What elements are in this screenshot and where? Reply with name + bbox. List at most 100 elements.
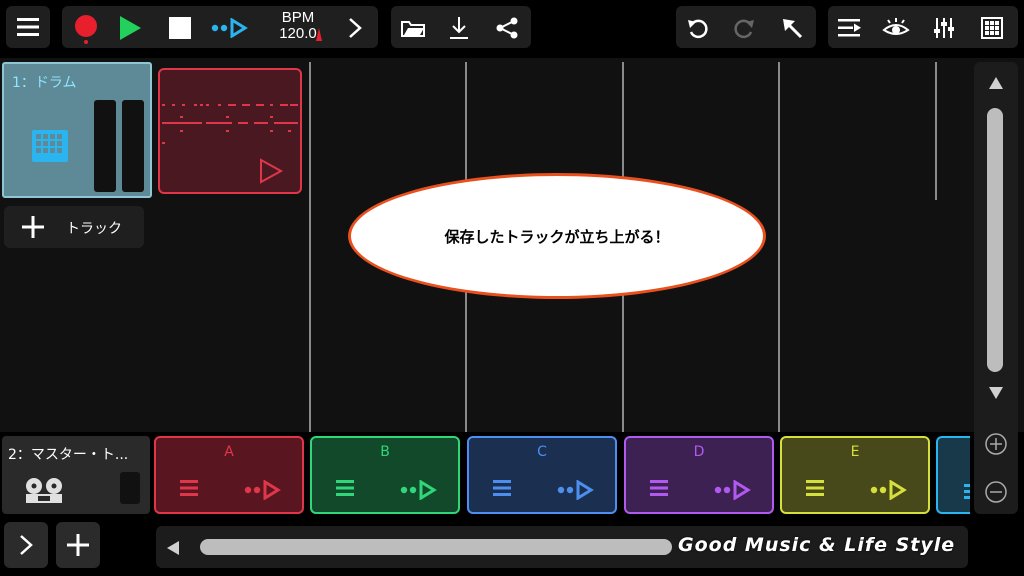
edit-group xyxy=(676,6,816,48)
export-button[interactable] xyxy=(439,10,479,46)
scene-controls xyxy=(626,480,772,500)
scene-label: C xyxy=(537,444,547,460)
scene-controls xyxy=(469,480,615,500)
scroll-down-icon[interactable] xyxy=(988,386,1004,400)
watermark: Good Music & Life Style xyxy=(678,534,956,556)
track-list-icon xyxy=(838,19,861,37)
add-track-label: トラック xyxy=(66,221,122,237)
scene-label: E xyxy=(850,444,860,460)
track-name: 2：マスター・ト... xyxy=(8,447,129,463)
scene-label: B xyxy=(380,444,390,460)
undo-icon xyxy=(688,19,708,39)
scene-slot-c[interactable]: C xyxy=(467,436,617,514)
list-icon[interactable] xyxy=(650,480,668,496)
grid-divider xyxy=(778,62,780,432)
scroll-left-icon[interactable] xyxy=(166,540,180,556)
record-button[interactable] xyxy=(68,10,104,46)
play-clip-icon xyxy=(260,158,284,184)
list-icon[interactable] xyxy=(806,480,824,496)
scene-slot-b[interactable]: B xyxy=(310,436,460,514)
mixer-button[interactable] xyxy=(924,10,964,46)
add-track-button[interactable]: トラック xyxy=(4,206,144,248)
bottom-bar: Good Music & Life Style xyxy=(0,516,1024,576)
metronome-icon xyxy=(316,28,322,41)
scene-label: A xyxy=(224,444,234,460)
list-icon xyxy=(964,484,970,499)
track-name: 1：ドラム xyxy=(12,75,77,91)
redo-button[interactable] xyxy=(724,10,764,46)
step-sequence-button[interactable] xyxy=(208,10,252,46)
scene-slot-a[interactable]: A xyxy=(154,436,304,514)
track-header-drums[interactable]: 1：ドラム xyxy=(2,62,152,198)
callout-bubble: 保存したトラックが立ち上がる！ xyxy=(348,173,766,299)
vertical-scrollbar[interactable] xyxy=(974,62,1018,514)
step-input-icon[interactable] xyxy=(244,480,282,500)
bpm-display[interactable]: BPM 120.0 xyxy=(266,10,330,46)
chevron-right-icon xyxy=(20,535,33,555)
top-toolbar: BPM 120.0 xyxy=(0,0,1024,56)
menu-button[interactable] xyxy=(6,6,50,48)
share-button[interactable] xyxy=(487,10,527,46)
scroll-thumb[interactable] xyxy=(987,108,1003,372)
scroll-up-icon[interactable] xyxy=(988,76,1004,90)
hamburger-icon xyxy=(17,18,39,36)
list-icon[interactable] xyxy=(336,480,354,496)
view-group xyxy=(828,6,1018,48)
scene-slot-e[interactable]: E xyxy=(780,436,930,514)
select-tool-button[interactable] xyxy=(772,10,812,46)
plus-icon xyxy=(67,534,89,556)
chevron-right-icon xyxy=(349,18,362,38)
step-input-icon[interactable] xyxy=(870,480,908,500)
level-meter-right xyxy=(122,100,144,192)
expand-transport-button[interactable] xyxy=(340,10,370,46)
play-button[interactable] xyxy=(112,10,148,46)
download-icon xyxy=(450,17,468,39)
grid-divider xyxy=(309,62,311,432)
visibility-button[interactable] xyxy=(876,10,916,46)
play-icon xyxy=(120,16,141,40)
open-button[interactable] xyxy=(393,10,433,46)
level-meter xyxy=(120,472,140,504)
pads-view-button[interactable] xyxy=(972,10,1012,46)
grid-pads-icon xyxy=(981,17,1003,39)
tracks-view-button[interactable] xyxy=(830,10,870,46)
zoom-in-icon[interactable] xyxy=(984,432,1008,456)
tape-reel-icon xyxy=(26,478,62,503)
step-input-icon[interactable] xyxy=(400,480,438,500)
scene-label: D xyxy=(693,444,705,460)
expand-panel-button[interactable] xyxy=(4,522,48,568)
list-icon[interactable] xyxy=(493,480,511,496)
add-button[interactable] xyxy=(56,522,100,568)
drum-clip[interactable] xyxy=(158,68,302,194)
pattern-preview xyxy=(162,104,298,144)
scene-slot-d[interactable]: D xyxy=(624,436,774,514)
scene-slot-partial[interactable] xyxy=(936,436,970,514)
redo-icon xyxy=(734,19,754,39)
plus-icon xyxy=(22,216,44,238)
grid-divider xyxy=(935,62,937,200)
file-group xyxy=(391,6,531,48)
callout-text: 保存したトラックが立ち上がる！ xyxy=(444,227,670,246)
level-meter-left xyxy=(94,100,116,192)
step-input-icon xyxy=(211,18,248,38)
eye-icon xyxy=(882,18,910,35)
cursor-arrow-icon xyxy=(783,19,803,39)
track-header-master[interactable]: 2：マスター・ト... xyxy=(2,436,150,514)
share-icon xyxy=(496,17,518,39)
record-icon xyxy=(75,15,97,44)
stop-icon xyxy=(169,17,191,39)
scroll-thumb[interactable] xyxy=(200,539,672,555)
step-input-icon[interactable] xyxy=(714,480,752,500)
drum-pads-icon xyxy=(32,130,68,162)
bpm-label: BPM xyxy=(281,9,315,26)
transport-group: BPM 120.0 xyxy=(62,6,378,48)
undo-button[interactable] xyxy=(678,10,718,46)
folder-icon xyxy=(401,21,425,37)
list-icon[interactable] xyxy=(180,480,198,496)
scene-controls xyxy=(156,480,302,500)
scene-controls xyxy=(782,480,928,500)
scene-controls xyxy=(312,480,458,500)
stop-button[interactable] xyxy=(162,10,198,46)
step-input-icon[interactable] xyxy=(557,480,595,500)
zoom-out-icon[interactable] xyxy=(984,480,1008,504)
